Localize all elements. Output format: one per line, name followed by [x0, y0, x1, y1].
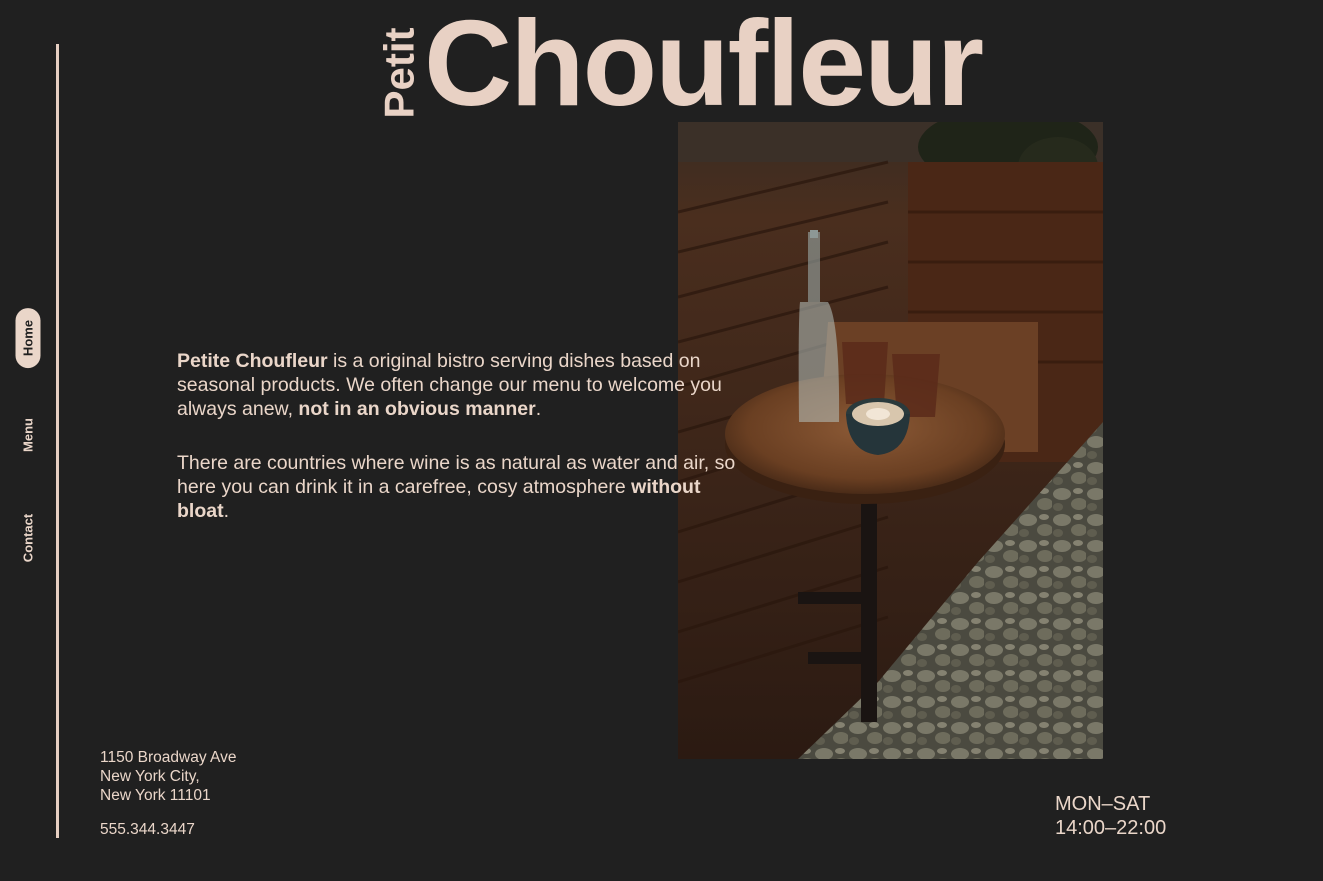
intro-paragraph-1: Petite Choufleur is a original bistro se… — [177, 349, 737, 421]
sidebar-divider — [56, 44, 59, 838]
nav-home[interactable]: Home — [15, 307, 41, 369]
logo-prefix: Petit — [375, 27, 423, 119]
bistro-table-photo — [678, 122, 1103, 759]
address-line-2: New York City, — [100, 768, 200, 785]
logo[interactable]: Petit Choufleur — [375, 0, 984, 130]
intro-p1-end: . — [535, 398, 542, 420]
hours-days: MON–SAT — [1055, 793, 1151, 815]
intro-brand: Petite Choufleur — [177, 350, 328, 372]
address-line-1: 1150 Broadway Ave — [100, 749, 237, 766]
nav-contact[interactable]: Contact — [21, 514, 36, 562]
intro-text: Petite Choufleur is a original bistro se… — [177, 349, 737, 553]
intro-p1-emphasis: not in an obvious manner — [298, 398, 536, 420]
logo-name: Choufleur — [424, 0, 984, 131]
phone-link[interactable]: 555.344.3447 — [100, 821, 195, 839]
nav-menu[interactable]: Menu — [21, 418, 36, 452]
opening-hours: MON–SAT 14:00–22:00 — [1055, 792, 1166, 840]
address-line-3: New York 11101 — [100, 787, 211, 804]
intro-paragraph-2: There are countries where wine is as nat… — [177, 451, 737, 523]
address: 1150 Broadway Ave New York City, New Yor… — [100, 748, 236, 805]
intro-p2-end: . — [223, 500, 230, 522]
hours-time: 14:00–22:00 — [1055, 817, 1167, 839]
